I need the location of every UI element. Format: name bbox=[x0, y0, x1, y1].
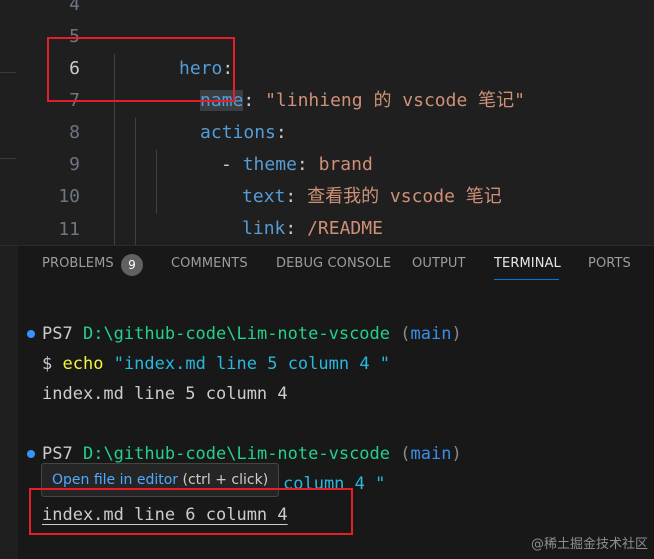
prompt-ps: PS7 bbox=[42, 324, 73, 344]
branch-paren-open: ( bbox=[400, 324, 411, 344]
panel-left-strip bbox=[0, 246, 18, 559]
code-line: 9 text: 查看我的 vscode 笔记 bbox=[0, 149, 654, 207]
command-decoration-icon[interactable] bbox=[27, 330, 35, 338]
line-number: 9 bbox=[69, 154, 80, 175]
prompt-branch: main bbox=[410, 444, 452, 464]
active-tab-indicator bbox=[494, 279, 559, 280]
command-argument: "index.md line 5 column 4 " bbox=[113, 354, 391, 374]
terminal-prompt-line: PS7 D:\github-code\Lim-note-vscode (main… bbox=[42, 321, 462, 347]
prompt-branch: main bbox=[410, 324, 452, 344]
tab-ports[interactable]: PORTS bbox=[588, 256, 631, 271]
line-number: 10 bbox=[58, 186, 80, 207]
open-file-link[interactable]: Open file in editor bbox=[52, 472, 178, 488]
panel-tabs: PROBLEMS COMMENTS DEBUG CONSOLE OUTPUT T… bbox=[0, 246, 654, 286]
highlight-box bbox=[47, 37, 235, 102]
code-editor[interactable]: 4 5 hero: 6 name: "linhieng 的 vscode 笔记"… bbox=[0, 0, 654, 245]
prompt-path: D:\github-code\Lim-note-vscode bbox=[82, 444, 391, 464]
command-name: echo bbox=[62, 354, 104, 374]
branch-paren-open: ( bbox=[400, 444, 411, 464]
prompt-ps: PS7 bbox=[42, 444, 73, 464]
tab-problems[interactable]: PROBLEMS bbox=[42, 256, 114, 271]
branch-paren-close: ) bbox=[451, 444, 462, 464]
command-decoration-icon[interactable] bbox=[27, 450, 35, 458]
dollar-sign: $ bbox=[42, 354, 53, 374]
tab-debug-console[interactable]: DEBUG CONSOLE bbox=[276, 256, 391, 271]
watermark: @稀土掘金技术社区 bbox=[530, 537, 648, 552]
code-line: 4 bbox=[0, 0, 654, 21]
prompt-path: D:\github-code\Lim-note-vscode bbox=[82, 324, 391, 344]
code-line: 11 - theme: alt bbox=[0, 214, 654, 245]
branch-paren-close: ) bbox=[451, 324, 462, 344]
terminal-output-line: index.md line 5 column 4 bbox=[42, 384, 288, 404]
problems-count-badge: 9 bbox=[121, 254, 143, 276]
tooltip-hint: (ctrl + click) bbox=[178, 472, 269, 488]
tab-terminal[interactable]: TERMINAL bbox=[494, 256, 561, 271]
line-number: 8 bbox=[69, 122, 80, 143]
highlight-box bbox=[29, 488, 353, 535]
line-number: 11 bbox=[58, 219, 80, 240]
terminal-command-line: $ echo "index.md line 5 column 4 " bbox=[42, 351, 390, 377]
line-number: 4 bbox=[69, 0, 80, 15]
code-line: 8 - theme: brand bbox=[0, 117, 654, 175]
tab-comments[interactable]: COMMENTS bbox=[171, 256, 248, 271]
code-line: 10 link: /README bbox=[0, 181, 654, 239]
tab-output[interactable]: OUTPUT bbox=[412, 256, 466, 271]
